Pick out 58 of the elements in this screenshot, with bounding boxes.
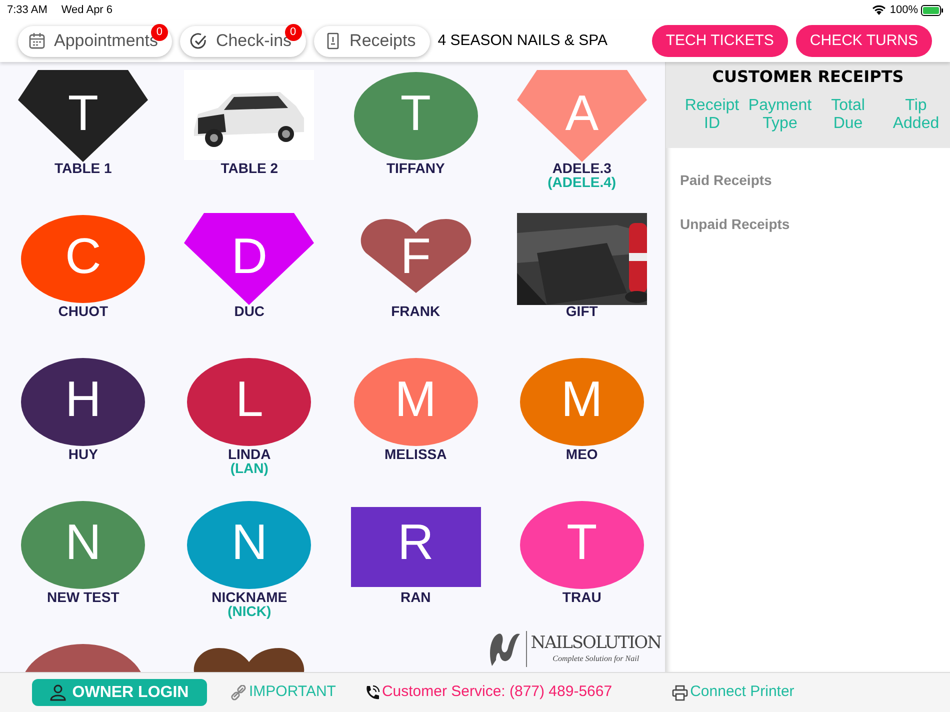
tile-name[interactable]: NICKNAME [212,589,288,605]
avatar-letter: N [230,513,268,572]
avatar-letter: N [64,513,102,572]
avatar-letter: D [230,227,268,286]
tile-name[interactable]: DUC [234,303,265,319]
section-label[interactable]: Unpaid Receipts [680,216,950,232]
section-label[interactable]: Paid Receipts [680,172,950,188]
salon-name: 4 SEASON NAILS & SPA [438,30,608,51]
panel-title: CUSTOMER RECEIPTS [712,66,904,88]
tile-name[interactable]: TRAU [562,589,602,605]
tile-name[interactable]: TABLE 1 [54,160,112,176]
tile-name[interactable]: NEW TEST [46,589,120,605]
column-header: Receipt ID [684,97,740,133]
calendar-icon [28,32,46,50]
logo-wordmark: NAILSOLUTION [530,633,661,653]
tile-name[interactable]: GIFT [566,303,598,319]
tile-nickname: (LAN) [230,462,268,475]
link-icon [231,684,247,700]
avatar-letter: C [64,227,102,286]
avatar-letter: R [396,513,435,572]
tile-name[interactable]: TABLE 2 [220,160,278,176]
battery-icon [921,4,943,16]
nav-tab[interactable]: Receipts [314,26,430,56]
avatar-letter: T [399,84,432,143]
tile-name[interactable]: MEO [566,446,598,462]
battery-level: 100% [890,2,918,18]
tile-name[interactable]: TIFFANY [386,160,445,176]
logo-tagline: Complete Solution for Nail [552,653,640,665]
tile-name[interactable]: HUY [68,446,98,462]
avatar-letter: H [64,370,102,429]
check-circle-icon [190,32,208,50]
column-header: Total Due [830,97,866,133]
header-button[interactable]: TECH TICKETS [652,25,788,57]
printer-icon [672,684,688,700]
status-date: Wed Apr 6 [61,2,113,18]
tile-name[interactable]: MELISSA [384,446,447,462]
tile-name[interactable]: RAN [400,589,431,605]
tile-nickname: (ADELE.4) [548,176,616,189]
wifi-icon [872,5,886,15]
header-button[interactable]: CHECK TURNS [796,25,932,57]
tile-name[interactable]: FRANK [391,303,440,319]
avatar-letter: A [564,84,600,143]
avatar-letter: F [399,227,432,286]
tile-name[interactable]: ADELE.3 [552,160,612,176]
avatar-letter: T [566,513,598,572]
avatar-letter: T [66,84,100,143]
footer-link[interactable]: Customer Service: (877) 489-5667 [364,681,612,704]
phone-icon [364,684,380,700]
status-time: 7:33 AM [7,2,48,18]
column-header: Tip Added [892,97,940,133]
avatar-letter: M [560,370,604,429]
tile-name[interactable]: CHUOT [58,303,108,319]
column-header: Payment Type [748,97,812,133]
tile-name[interactable]: LINDA [228,446,271,462]
avatar-letter: M [394,370,438,429]
user-icon [50,684,66,701]
avatar-letter: L [234,370,264,429]
tile-nickname: (NICK) [228,605,272,618]
